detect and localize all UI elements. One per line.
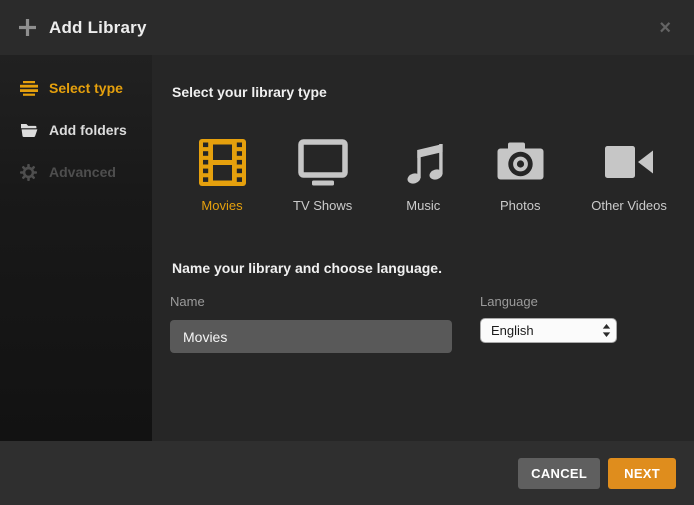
library-name-input[interactable] xyxy=(170,320,452,353)
library-type-label: Movies xyxy=(201,198,242,213)
folder-open-icon xyxy=(20,122,38,139)
film-icon xyxy=(196,138,248,186)
video-camera-icon xyxy=(603,138,655,186)
sidebar-item-label: Add folders xyxy=(49,122,127,138)
library-type-other-videos[interactable]: Other Videos xyxy=(591,138,667,213)
dialog-footer: CANCEL NEXT xyxy=(0,441,694,505)
library-type-movies[interactable]: Movies xyxy=(196,138,248,213)
library-type-label: Other Videos xyxy=(591,198,667,213)
updown-arrows-icon xyxy=(602,323,611,338)
name-section-title: Name your library and choose language. xyxy=(172,260,694,276)
next-button[interactable]: NEXT xyxy=(608,458,676,489)
close-icon[interactable]: × xyxy=(655,16,675,40)
library-type-music[interactable]: Music xyxy=(397,138,449,213)
sidebar-item-advanced[interactable]: Advanced xyxy=(0,151,152,193)
dialog-title: Add Library xyxy=(49,18,147,38)
language-field-label: Language xyxy=(480,294,617,309)
sidebar-item-add-folders[interactable]: Add folders xyxy=(0,109,152,151)
cancel-button[interactable]: CANCEL xyxy=(518,458,600,489)
library-type-row: Movies TV Shows xyxy=(196,138,694,213)
library-type-photos[interactable]: Photos xyxy=(494,138,546,213)
gear-icon xyxy=(20,164,38,181)
language-select[interactable]: English xyxy=(480,318,617,343)
language-field-group: Language English xyxy=(480,294,617,353)
library-type-label: Photos xyxy=(500,198,540,213)
library-type-tv-shows[interactable]: TV Shows xyxy=(293,138,352,213)
dialog-body: Select type Add folders xyxy=(0,55,694,441)
music-note-icon xyxy=(397,138,449,186)
plus-icon xyxy=(19,19,36,36)
name-field-group: Name xyxy=(170,294,452,353)
type-section-title: Select your library type xyxy=(172,84,694,100)
camera-icon xyxy=(494,138,546,186)
dialog-header: Add Library × xyxy=(0,0,694,55)
name-field-label: Name xyxy=(170,294,452,309)
sidebar-item-label: Advanced xyxy=(49,164,116,180)
library-type-label: Music xyxy=(406,198,440,213)
sidebar-item-label: Select type xyxy=(49,80,123,96)
sidebar-item-select-type[interactable]: Select type xyxy=(0,67,152,109)
main-content: Select your library type xyxy=(152,55,694,441)
tv-icon xyxy=(297,138,349,186)
fields-row: Name Language English xyxy=(170,294,694,353)
sidebar: Select type Add folders xyxy=(0,55,152,441)
language-selected-value: English xyxy=(491,323,534,338)
library-type-label: TV Shows xyxy=(293,198,352,213)
add-library-dialog: Add Library × Select type xyxy=(0,0,694,505)
list-lines-icon xyxy=(20,80,38,97)
